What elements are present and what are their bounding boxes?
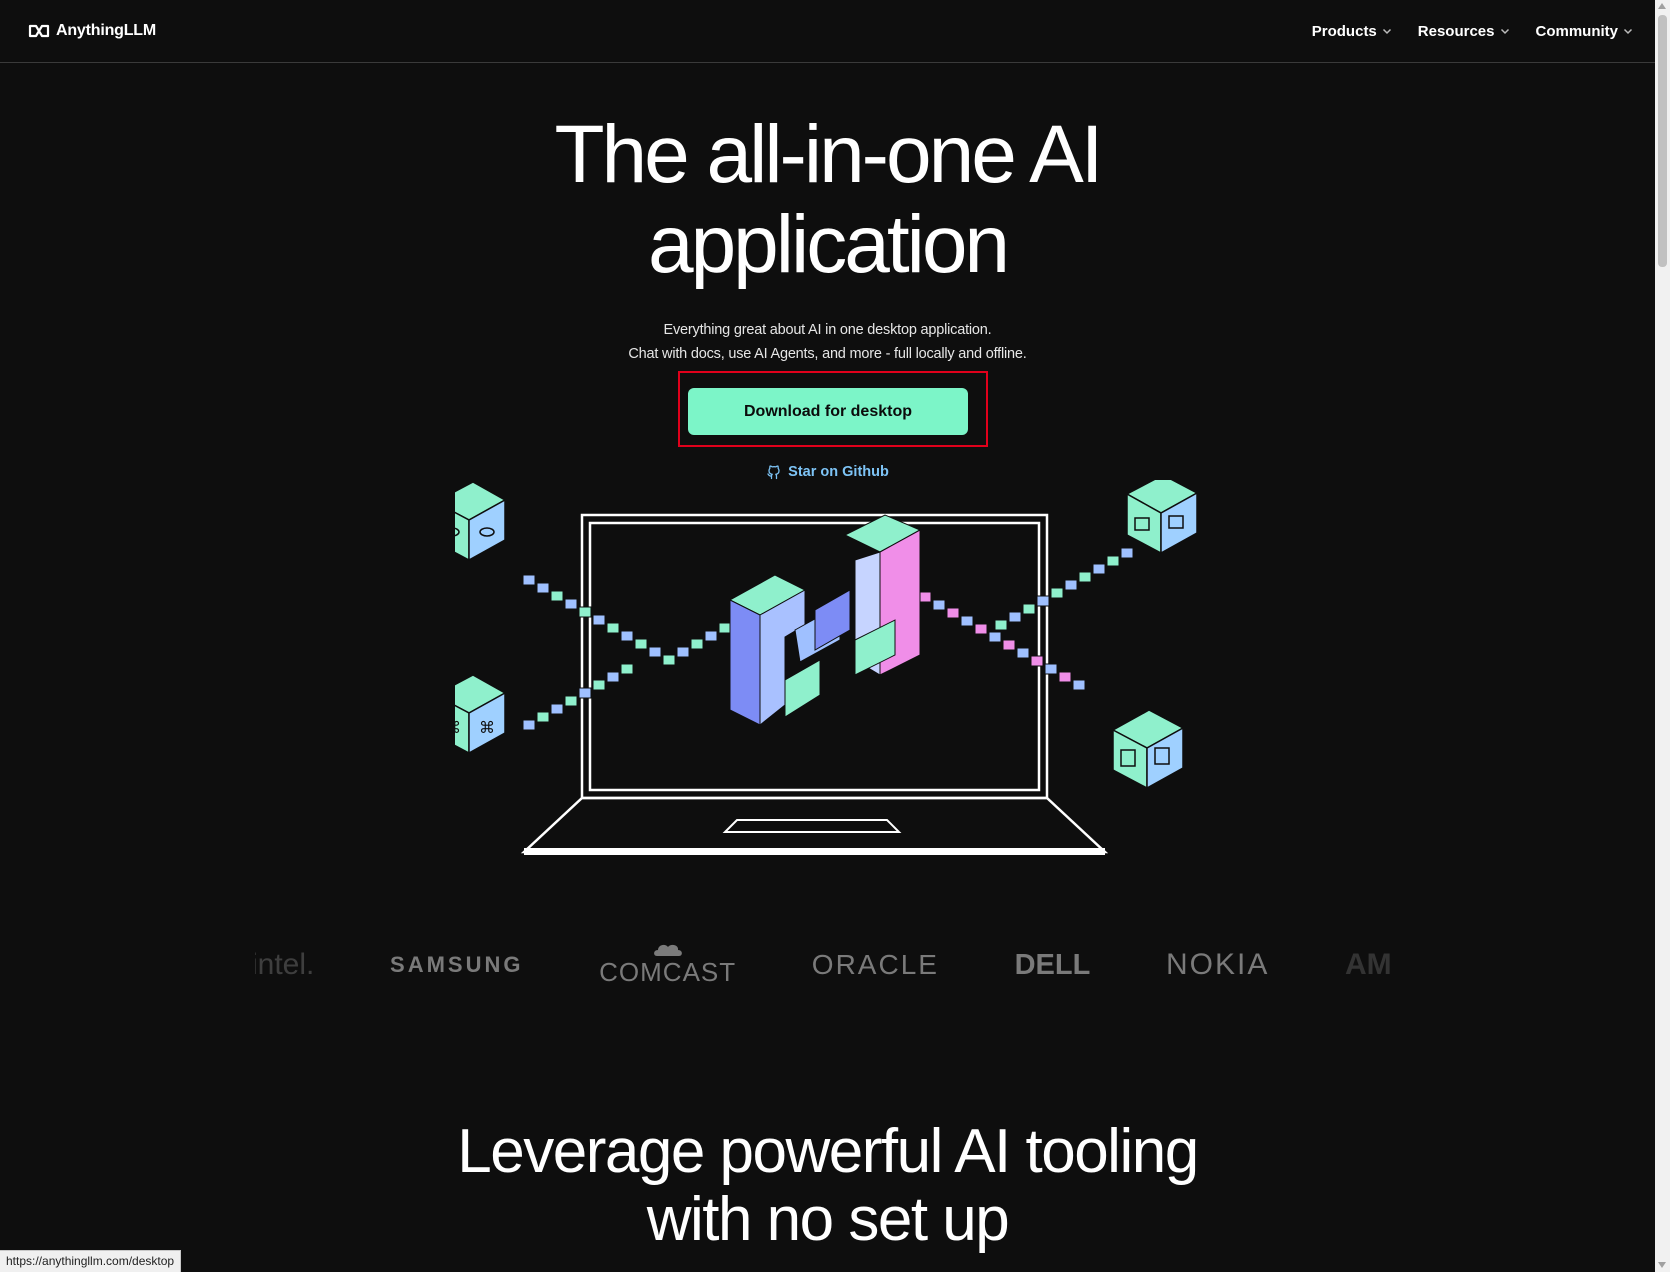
logo[interactable]: AnythingLLM xyxy=(28,22,156,40)
nav-community-label: Community xyxy=(1535,22,1619,40)
svg-text:⌘: ⌘ xyxy=(455,720,461,737)
hero-title: The all-in-one AI application xyxy=(0,110,1655,290)
nav-products[interactable]: Products xyxy=(1312,23,1392,40)
download-button[interactable]: Download for desktop xyxy=(688,388,968,435)
section-title: Leverage powerful AI tooling with no set… xyxy=(0,1118,1655,1254)
comcast-cloud-icon xyxy=(653,944,682,956)
hero-subtitle-line1: Everything great about AI in one desktop… xyxy=(663,322,992,338)
logo-comcast-text: COMCAST xyxy=(599,956,737,987)
nav-resources-label: Resources xyxy=(1417,22,1495,40)
nav-community[interactable]: Community xyxy=(1536,23,1634,40)
github-link-label: Star on Github xyxy=(788,464,889,480)
hero-title-line2: application xyxy=(647,199,1010,290)
star-on-github-link[interactable]: Star on Github xyxy=(0,464,1655,480)
main-nav: Products Resources Community xyxy=(1312,23,1633,40)
logo-samsung: SAMSUNG xyxy=(390,952,524,977)
logo-nokia: NOKIA xyxy=(1165,948,1270,981)
logo-dell: DELL xyxy=(1014,948,1091,981)
svg-text:⌘: ⌘ xyxy=(479,720,495,737)
hero-subtitle: Everything great about AI in one desktop… xyxy=(0,318,1655,366)
chevron-down-icon xyxy=(1623,28,1633,35)
nav-products-label: Products xyxy=(1311,22,1377,40)
logo-text: AnythingLLM xyxy=(56,22,156,39)
hero-title-line1: The all-in-one AI xyxy=(554,109,1103,200)
logo-comcast: COMCAST xyxy=(599,943,736,988)
anythingllm-logo-icon xyxy=(28,24,50,38)
status-bar-url: https://anythingllm.com/desktop xyxy=(0,1250,182,1272)
customer-logos-strip: intel. SAMSUNG COMCAST ORACLE DELL NOKIA… xyxy=(255,930,1405,1000)
vertical-scrollbar[interactable] xyxy=(1655,0,1670,1272)
hero-laptop-illustration: ⌘ ⌘ xyxy=(455,480,1199,855)
top-navbar: AnythingLLM Products Resources Community xyxy=(0,0,1655,63)
section-title-line2: with no set up xyxy=(646,1185,1010,1254)
chevron-down-icon xyxy=(1500,28,1509,35)
github-icon xyxy=(767,465,780,480)
logo-amd: AM xyxy=(1345,948,1392,981)
nav-resources[interactable]: Resources xyxy=(1418,23,1510,40)
section-title-line1: Leverage powerful AI tooling xyxy=(457,1117,1199,1186)
scroll-up-arrow-icon[interactable] xyxy=(1658,3,1666,9)
scroll-down-arrow-icon[interactable] xyxy=(1658,1262,1666,1268)
scrollbar-thumb[interactable] xyxy=(1658,15,1667,267)
logo-intel: intel. xyxy=(255,948,315,981)
logo-oracle: ORACLE xyxy=(811,949,939,980)
chevron-down-icon xyxy=(1382,28,1391,35)
hero-subtitle-line2: Chat with docs, use AI Agents, and more … xyxy=(628,346,1027,362)
